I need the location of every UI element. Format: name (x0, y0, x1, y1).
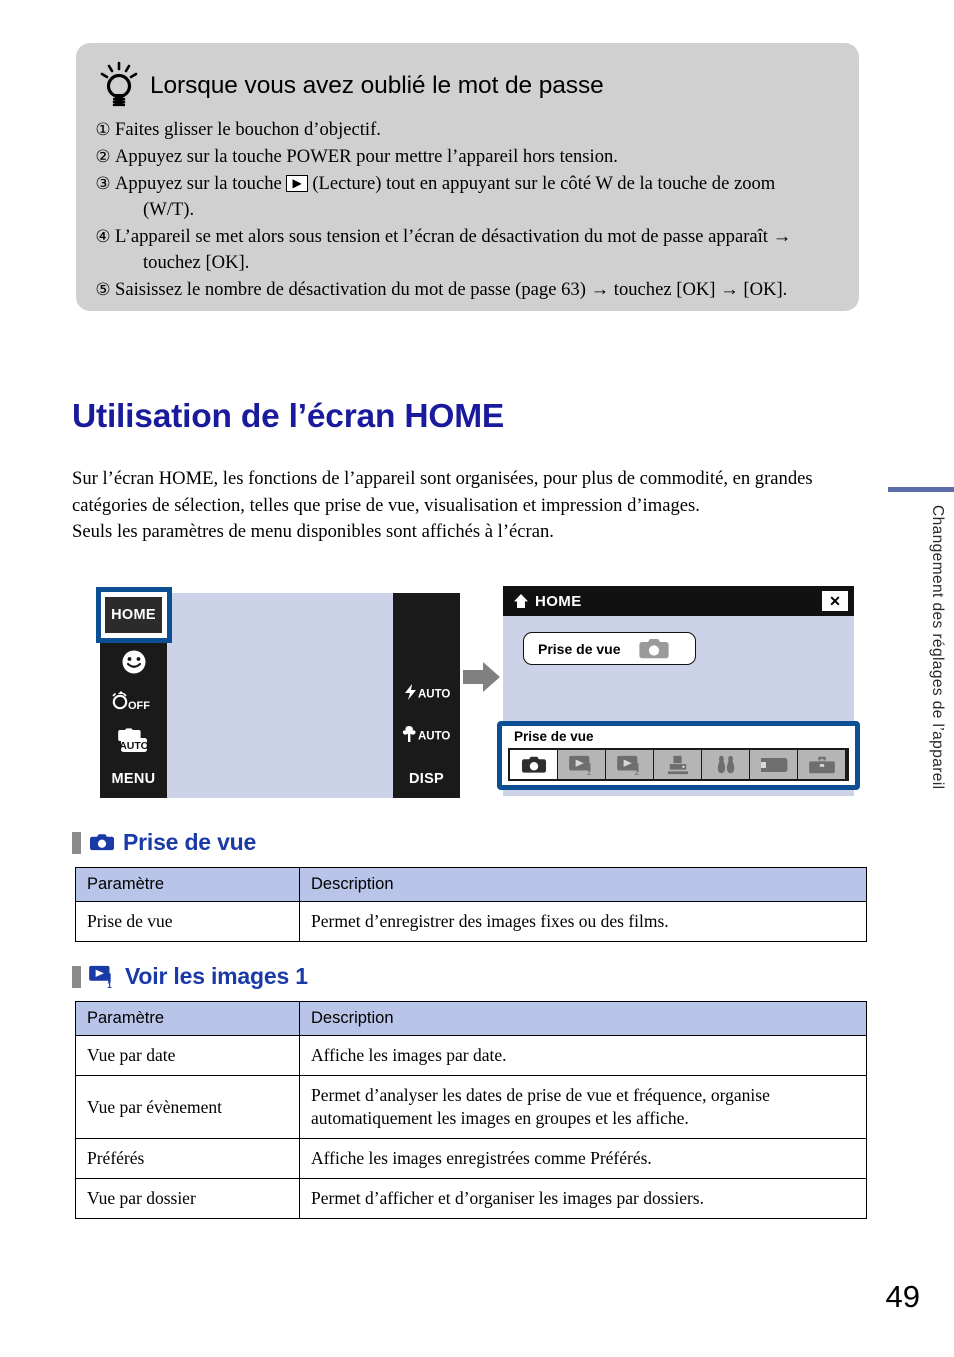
section-heading-prise-de-vue: Prise de vue (72, 829, 256, 856)
list-marker: ② (95, 147, 111, 166)
page-number: 49 (885, 1279, 920, 1314)
document-page: Lorsque vous avez oublié le mot de passe… (0, 0, 954, 1357)
view-images-1-icon: 1 (88, 965, 118, 989)
intro-paragraph-1: Sur l’écran HOME, les fonctions de l’app… (72, 468, 813, 516)
section-heading-voir-les-images-1: 1 Voir les images 1 (72, 963, 308, 990)
smile-shutter-icon[interactable] (100, 649, 167, 678)
list-marker: ③ (95, 174, 111, 193)
svg-text:AUTO: AUTO (418, 731, 450, 743)
home-category-bar-highlight: Prise de vue 1 2 (497, 721, 860, 790)
section-title: Prise de vue (123, 829, 257, 855)
tip-box: Lorsque vous avez oublié le mot de passe… (76, 43, 859, 311)
table-row: Préférés Affiche les images enregistrées… (75, 1138, 867, 1179)
close-icon[interactable]: ✕ (822, 591, 848, 611)
tip-list-item: ③ Appuyez sur la touche ▶ (Lecture) tout… (91, 171, 843, 223)
home-category-title: Prise de vue (514, 729, 594, 744)
table-prise-de-vue: Paramètre Description Prise de vue Perme… (75, 867, 867, 942)
list-text: Appuyez sur la touche POWER pour mettre … (115, 146, 618, 167)
list-text: Saisissez le nombre de désactivation du … (115, 279, 788, 300)
cell-description: Affiche les images par date. (299, 1035, 867, 1076)
cell-parameter: Vue par date (75, 1035, 300, 1076)
figure-home-screens: HOME OFF AUTO MENU AUTO AUTO DISP HOME ✕… (0, 586, 954, 806)
settings-toolbox-category-icon[interactable] (798, 750, 845, 779)
list-text-post: (Lecture) tout en appuyant sur le côté W… (312, 173, 776, 194)
svg-text:2: 2 (634, 768, 639, 776)
cell-parameter: Vue par dossier (75, 1178, 300, 1219)
disp-button[interactable]: DISP (393, 771, 460, 787)
macro-auto-icon[interactable]: AUTO (393, 725, 460, 746)
cell-parameter: Prise de vue (75, 901, 300, 942)
playback-button-icon: ▶ (286, 175, 308, 192)
column-header-description: Description (299, 1001, 867, 1036)
svg-text:1: 1 (586, 768, 591, 776)
tip-list-item: ② Appuyez sur la touche POWER pour mettr… (91, 144, 843, 170)
column-header-parametre: Paramètre (75, 1001, 300, 1036)
column-header-description: Description (299, 867, 867, 902)
camera-icon (88, 832, 116, 853)
svg-text:1: 1 (107, 980, 112, 989)
table-header-row: Paramètre Description (75, 1001, 867, 1036)
view-images-1-category-icon[interactable]: 1 (558, 750, 605, 779)
tip-header: Lorsque vous avez oublié le mot de passe (98, 61, 604, 111)
home-screen-titlebar: HOME ✕ (503, 586, 854, 616)
table-row: Prise de vue Permet d’enregistrer des im… (75, 901, 867, 942)
table-row: Vue par évènement Permet d’analyser les … (75, 1075, 867, 1139)
home-screen-title: HOME (535, 592, 582, 610)
camera-lcd-shooting-screen: HOME OFF AUTO MENU AUTO AUTO DISP (96, 587, 460, 798)
table-row: Vue par dossier Permet d’afficher et d’o… (75, 1178, 867, 1219)
table-voir-les-images-1: Paramètre Description Vue par date Affic… (75, 1001, 867, 1219)
shooting-category-icon[interactable] (510, 750, 557, 779)
auto-mode-icon[interactable]: AUTO (100, 727, 167, 758)
svg-text:AUTO: AUTO (418, 689, 450, 701)
cell-parameter: Préférés (75, 1138, 300, 1179)
camera-icon (637, 637, 671, 661)
list-text-continued: touchez [OK]. (143, 252, 250, 273)
column-header-parametre: Paramètre (75, 867, 300, 902)
lightbulb-icon (98, 61, 142, 111)
tip-list-item: ④ L’appareil se met alors sous tension e… (91, 224, 843, 276)
arrow-right-icon (463, 661, 501, 698)
list-marker: ⑤ (95, 280, 111, 299)
list-text-main: L’appareil se met alors sous tension et … (115, 226, 792, 247)
home-button[interactable]: HOME (105, 597, 162, 633)
home-menu-item-label: Prise de vue (538, 640, 621, 657)
page-title: Utilisation de l’écran HOME (72, 398, 505, 435)
flash-auto-icon[interactable]: AUTO (393, 683, 460, 704)
svg-text:AUTO: AUTO (119, 740, 149, 752)
intro-paragraph-2: Seuls les paramètres de menu disponibles… (72, 521, 554, 542)
home-category-bar: 1 2 (508, 748, 849, 781)
home-icon (513, 593, 529, 609)
svg-text:OFF: OFF (128, 700, 150, 711)
section-title: Voir les images 1 (125, 963, 308, 989)
list-text: L’appareil se met alors sous tension et … (115, 224, 843, 276)
self-timer-off-icon[interactable]: OFF (100, 691, 167, 714)
list-text-continued: (W/T). (143, 199, 195, 220)
section-marker (72, 831, 81, 854)
table-header-row: Paramètre Description (75, 867, 867, 902)
menu-button[interactable]: MENU (100, 771, 167, 787)
print-category-icon[interactable] (654, 750, 701, 779)
manage-memory-category-icon[interactable] (702, 750, 749, 779)
side-tab-bar (888, 487, 954, 492)
memory-card-category-icon[interactable] (750, 750, 797, 779)
list-text: Appuyez sur la touche ▶ (Lecture) tout e… (115, 171, 843, 223)
cell-description: Affiche les images enregistrées comme Pr… (299, 1138, 867, 1179)
table-row: Vue par date Affiche les images par date… (75, 1035, 867, 1076)
cell-parameter: Vue par évènement (75, 1075, 300, 1139)
tip-list-item: ① Faites glisser le bouchon d’objectif. (91, 117, 843, 143)
tip-list-item: ⑤ Saisissez le nombre de désactivation d… (91, 277, 843, 303)
cell-description: Permet d’enregistrer des images fixes ou… (299, 901, 867, 942)
cell-description: Permet d’analyser les dates de prise de … (299, 1075, 867, 1139)
list-text-pre: Appuyez sur la touche (115, 173, 282, 194)
section-marker (72, 965, 81, 988)
list-text: Faites glisser le bouchon d’objectif. (115, 119, 381, 140)
cell-description: Permet d’afficher et d’organiser les ima… (299, 1178, 867, 1219)
intro-text: Sur l’écran HOME, les fonctions de l’app… (72, 466, 867, 546)
home-menu-item-shooting[interactable]: Prise de vue (523, 632, 696, 665)
view-images-2-category-icon[interactable]: 2 (606, 750, 653, 779)
list-marker: ① (95, 120, 111, 139)
tip-title: Lorsque vous avez oublié le mot de passe (150, 72, 604, 99)
tip-list: ① Faites glisser le bouchon d’objectif. … (91, 117, 843, 304)
list-marker: ④ (95, 227, 111, 246)
